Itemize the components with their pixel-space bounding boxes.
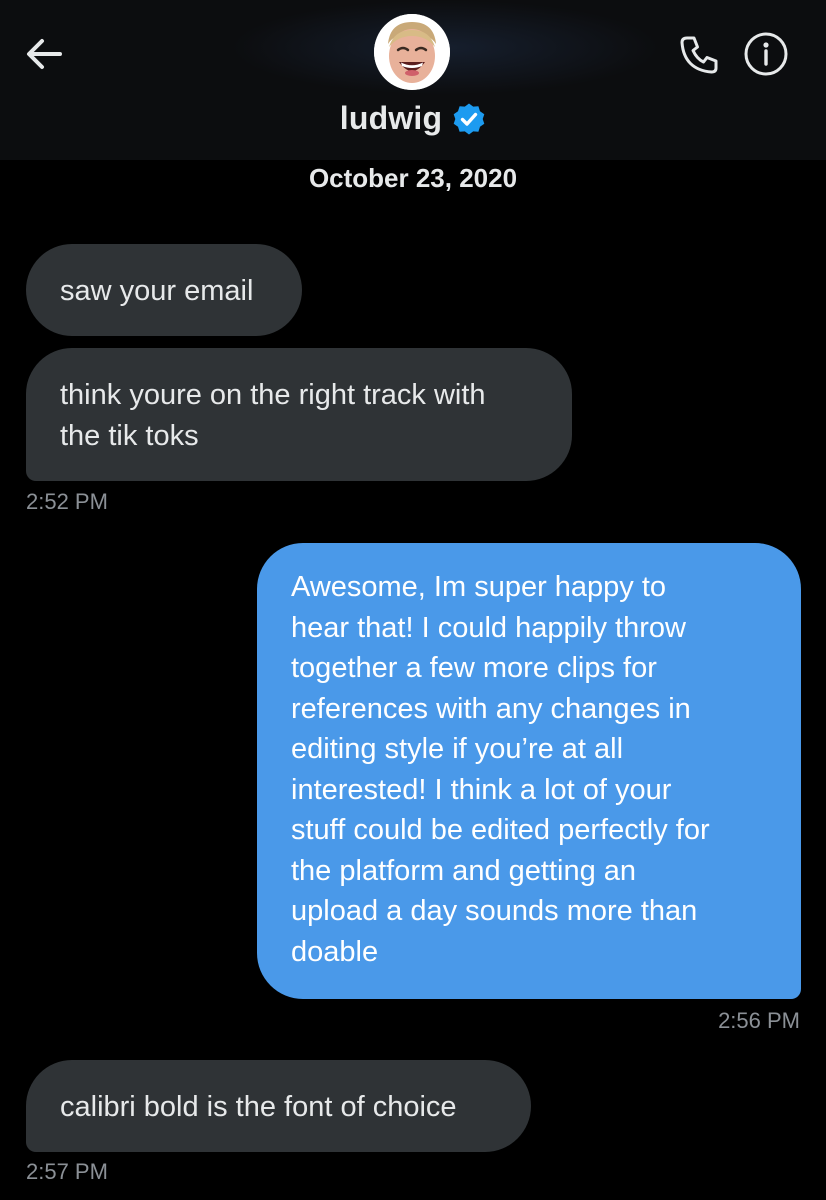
conversation-date: October 23, 2020 — [308, 163, 518, 193]
phone-icon — [680, 36, 718, 74]
conversation-info-button[interactable] — [740, 28, 792, 80]
message-bubble[interactable]: think youre on the right track with the … — [26, 348, 572, 481]
message-timestamp: 2:56 PM — [718, 1008, 800, 1033]
avatar[interactable] — [374, 14, 450, 90]
conversation-header: ludwig — [0, 0, 826, 160]
message-timestamp: 2:57 PM — [26, 1159, 108, 1184]
arrow-left-icon — [27, 39, 62, 69]
contact-name-row: ludwig — [0, 100, 826, 137]
message-bubble[interactable]: saw your email — [26, 244, 302, 336]
verified-badge-icon — [452, 102, 486, 136]
call-button[interactable] — [674, 28, 726, 80]
info-icon — [744, 32, 788, 76]
back-button[interactable] — [20, 30, 68, 78]
message-bubble[interactable]: Awesome, Im super happy to hear that! I … — [257, 543, 801, 999]
message-bubble[interactable]: calibri bold is the font of choice — [26, 1060, 531, 1152]
message-timestamp: 2:52 PM — [26, 489, 108, 514]
contact-name: ludwig — [339, 100, 443, 136]
